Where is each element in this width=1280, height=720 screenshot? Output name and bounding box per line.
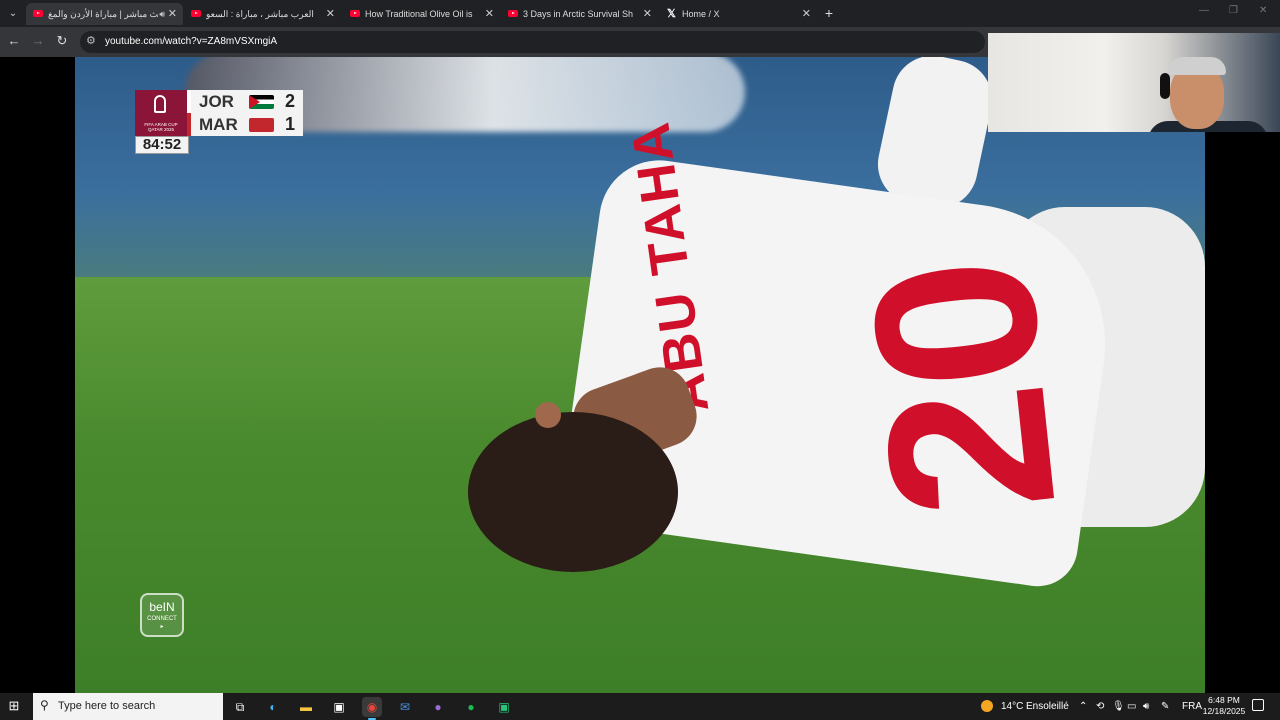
- app-icon[interactable]: ▣: [494, 697, 514, 717]
- search-placeholder: Type here to search: [58, 700, 156, 712]
- volume-icon[interactable]: 🔊︎: [1143, 693, 1149, 720]
- bein-connect-text: CONNECT: [147, 616, 177, 622]
- window-close-icon[interactable]: ✕: [1259, 5, 1267, 16]
- notification-icon[interactable]: [1252, 699, 1264, 711]
- search-icon: ⚲: [40, 698, 49, 712]
- spotify-icon[interactable]: ●: [461, 697, 481, 717]
- trophy-icon: [154, 95, 166, 113]
- language-indicator[interactable]: FRA: [1182, 693, 1202, 720]
- close-icon[interactable]: ✕: [326, 3, 335, 25]
- messenger-icon[interactable]: ●: [428, 697, 448, 717]
- team-color-bar: [187, 113, 191, 136]
- pen-icon[interactable]: ✎: [1161, 693, 1169, 720]
- speaker-icon[interactable]: 🔊︎: [159, 3, 165, 25]
- tab-jordan-morocco-live[interactable]: بث مباشر | مباراة الأردن والمغ 🔊︎ ✕: [26, 3, 183, 25]
- reload-icon[interactable]: ↻: [54, 33, 70, 49]
- team-score: 1: [284, 114, 295, 134]
- team-score: 2: [284, 91, 295, 111]
- video-player[interactable]: 20 ABU TAHA FIFA ARAB CUP QATAR 2025 JOR…: [75, 57, 1205, 693]
- windows-start-icon[interactable]: ⊞: [6, 698, 22, 714]
- bein-brand: beIN: [149, 600, 175, 614]
- tab-title: How Traditional Olive Oil is Ma: [365, 9, 475, 19]
- weather-condition[interactable]: Ensoleillé: [1026, 693, 1069, 720]
- minimize-icon[interactable]: —: [1199, 5, 1209, 16]
- tournament-logo: FIFA ARAB CUP QATAR 2025: [135, 90, 187, 136]
- youtube-icon: [508, 10, 518, 17]
- morocco-flag-icon: [249, 118, 274, 132]
- close-icon[interactable]: ✕: [643, 3, 652, 25]
- streamer-cap: [1168, 57, 1226, 75]
- close-icon[interactable]: ✕: [168, 3, 177, 25]
- jordan-flag-icon: [249, 95, 274, 109]
- tab-title: بث مباشر | مباراة الأردن والمغ: [48, 9, 158, 19]
- maximize-icon[interactable]: ❐: [1229, 5, 1238, 16]
- clock[interactable]: 6:48 PM 12/18/2025: [1201, 695, 1247, 717]
- network-icon[interactable]: ▭: [1127, 693, 1136, 720]
- weather-sun-icon[interactable]: [981, 700, 993, 712]
- tab-title: كأس العرب مباشر ، مباراة : السعو: [206, 9, 316, 19]
- team-abbr: JOR: [199, 92, 234, 111]
- browser-tab-strip: ⌄ بث مباشر | مباراة الأردن والمغ 🔊︎ ✕ كأ…: [0, 0, 1280, 27]
- jersey-number: 20: [821, 246, 1104, 528]
- site-info-icon[interactable]: ⚙: [86, 34, 96, 47]
- file-explorer-icon[interactable]: ▬: [296, 697, 316, 717]
- new-tab-button[interactable]: +: [822, 4, 836, 22]
- tab-arctic-shelter[interactable]: 3 Days in Arctic Survival Shelter ✕: [501, 3, 658, 25]
- chevron-up-icon[interactable]: ⌃: [1079, 693, 1087, 720]
- play-arrow-icon: ▸: [160, 624, 164, 630]
- tab-home-x[interactable]: 𝕏 Home / X ✕: [660, 3, 817, 25]
- player-ear: [535, 402, 561, 428]
- mail-icon[interactable]: ✉: [395, 697, 415, 717]
- url-text[interactable]: youtube.com/watch?v=ZA8mVSXmgiA: [105, 31, 277, 53]
- tab-olive-oil[interactable]: How Traditional Olive Oil is Ma ✕: [343, 3, 500, 25]
- weather-temp[interactable]: 14°C: [1001, 693, 1023, 720]
- youtube-icon: [33, 10, 43, 17]
- team-abbr: MAR: [199, 115, 238, 134]
- taskbar-search-box[interactable]: ⚲ Type here to search: [33, 693, 223, 720]
- store-icon[interactable]: ▣: [329, 697, 349, 717]
- youtube-icon: [191, 10, 201, 17]
- x-icon: 𝕏: [667, 8, 676, 20]
- scoreboard: FIFA ARAB CUP QATAR 2025 JOR 2 MAR 1 84:…: [135, 90, 303, 154]
- taskbar: ⊞ ⚲ Type here to search ⧉ ◐ ▬ ▣ ◉ ✉ ● ● …: [0, 693, 1280, 720]
- tab-title: 3 Days in Arctic Survival Shelter: [523, 9, 633, 19]
- sync-icon[interactable]: ⟲: [1096, 693, 1104, 720]
- address-bar[interactable]: ⚙ youtube.com/watch?v=ZA8mVSXmgiA: [80, 31, 985, 53]
- chrome-icon[interactable]: ◉: [362, 697, 382, 720]
- microphone-icon[interactable]: 🎙︎: [1112, 693, 1125, 720]
- forward-arrow-icon[interactable]: →: [30, 33, 46, 49]
- team-color-bar: [187, 90, 191, 113]
- webcam-overlay: [988, 33, 1280, 132]
- edge-icon[interactable]: ◐: [263, 697, 283, 717]
- close-icon[interactable]: ✕: [485, 3, 494, 25]
- tab-title: Home / X: [682, 9, 720, 19]
- player-head: [468, 412, 678, 572]
- clock-date: 12/18/2025: [1202, 706, 1246, 716]
- clock-time: 6:48 PM: [1208, 695, 1240, 705]
- tab-arab-cup-saudi[interactable]: كأس العرب مباشر ، مباراة : السعو ✕: [184, 3, 341, 25]
- tournament-name: FIFA ARAB CUP QATAR 2025: [144, 122, 178, 132]
- close-icon[interactable]: ✕: [802, 3, 811, 25]
- score-row-home: JOR 2: [187, 90, 303, 113]
- back-arrow-icon[interactable]: ←: [6, 33, 22, 49]
- match-clock: 84:52: [135, 136, 189, 154]
- tab-search-chevron-icon[interactable]: ⌄: [4, 5, 22, 22]
- headset-icon: [1160, 73, 1170, 99]
- bein-connect-logo: beIN CONNECT ▸: [140, 593, 184, 637]
- score-row-away: MAR 1: [187, 113, 303, 136]
- task-view-icon[interactable]: ⧉: [230, 697, 250, 717]
- youtube-icon: [350, 10, 360, 17]
